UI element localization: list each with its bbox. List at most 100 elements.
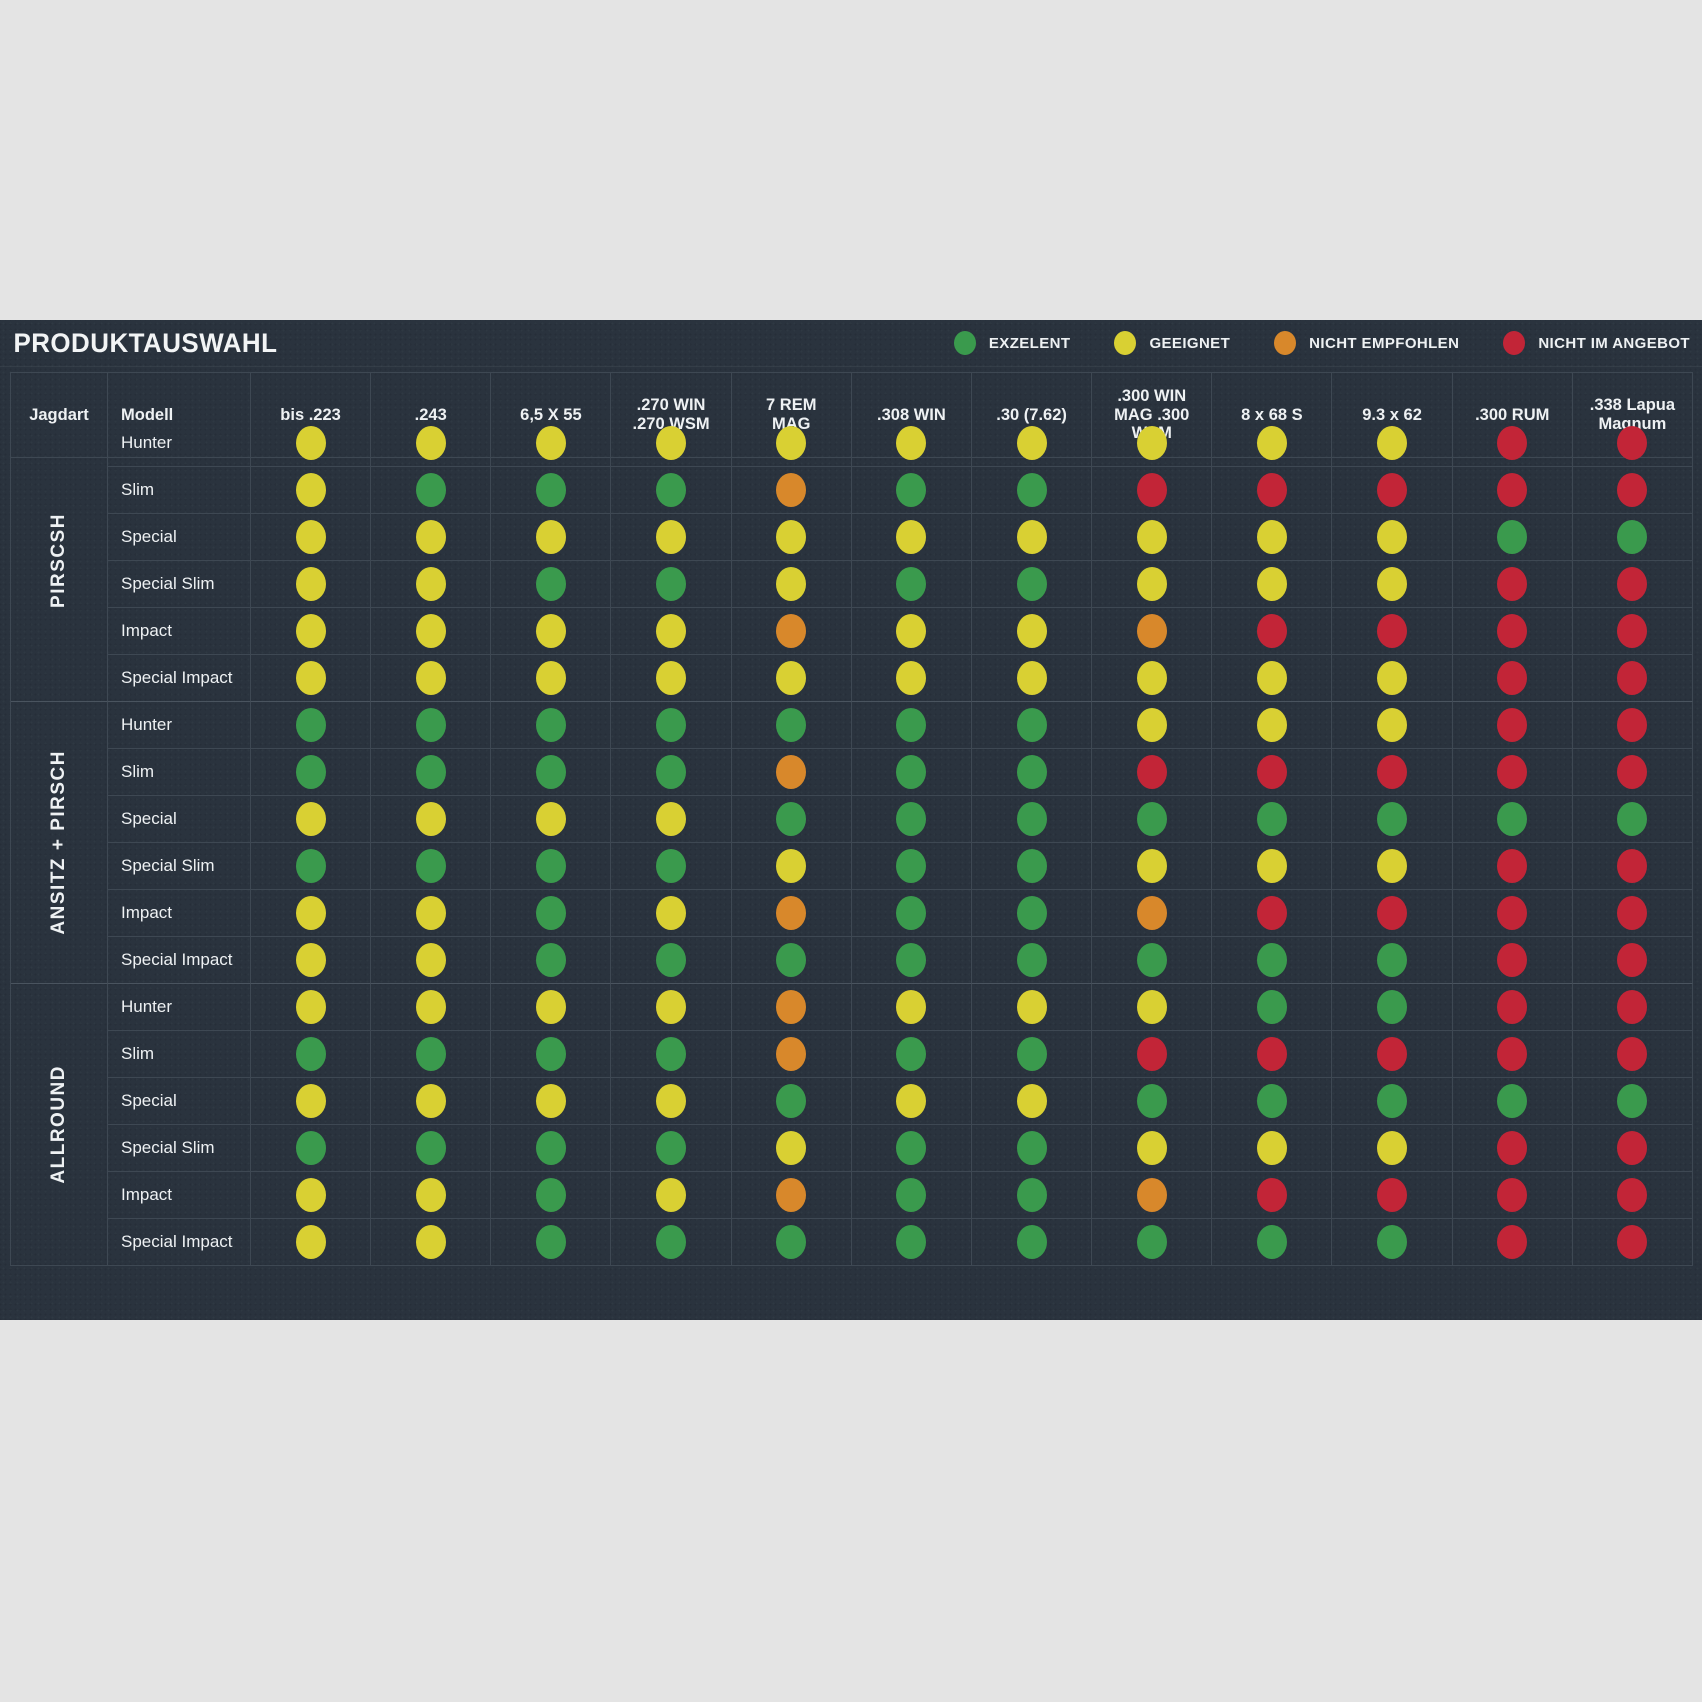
dot-cell xyxy=(251,608,371,655)
dot-cell xyxy=(1573,1078,1693,1125)
dot-cell xyxy=(852,1219,972,1266)
status-dot xyxy=(1497,1084,1527,1118)
status-dot xyxy=(1617,1037,1647,1071)
dot-cell xyxy=(251,1125,371,1172)
status-dot xyxy=(776,426,806,460)
status-dot xyxy=(416,708,446,742)
status-dot xyxy=(1617,614,1647,648)
status-dot xyxy=(656,1131,686,1165)
status-dot xyxy=(1017,520,1047,554)
status-dot xyxy=(296,1225,326,1259)
legend-label: GEEIGNET xyxy=(1149,335,1230,352)
dot-cell xyxy=(611,420,731,467)
dot-cell xyxy=(1453,796,1573,843)
status-dot xyxy=(1017,567,1047,601)
model-cell: Slim xyxy=(108,1031,251,1078)
group-label-cell: PIRSCSH xyxy=(11,420,108,702)
dot-cell xyxy=(1573,561,1693,608)
dot-cell xyxy=(732,655,852,702)
dot-cell xyxy=(1332,608,1452,655)
dot-cell xyxy=(491,655,611,702)
status-dot xyxy=(896,473,926,507)
status-dot xyxy=(1257,1084,1287,1118)
status-dot xyxy=(296,567,326,601)
status-dot xyxy=(1137,896,1167,930)
legend-dot-exzelent-icon xyxy=(954,331,976,355)
legend-item-nicht-im-angebot: NICHT IM ANGEBOT xyxy=(1503,331,1690,355)
dot-cell xyxy=(491,937,611,984)
dot-cell xyxy=(371,561,491,608)
dot-cell xyxy=(1453,1031,1573,1078)
status-dot xyxy=(656,755,686,789)
dot-cell xyxy=(611,608,731,655)
dot-cell xyxy=(1332,983,1452,1031)
dot-cell xyxy=(1332,890,1452,937)
dot-cell xyxy=(491,608,611,655)
dot-cell xyxy=(1092,1172,1212,1219)
status-dot xyxy=(1377,802,1407,836)
status-dot xyxy=(1257,849,1287,883)
status-dot xyxy=(296,1084,326,1118)
status-dot xyxy=(296,755,326,789)
dot-cell xyxy=(732,796,852,843)
dot-cell xyxy=(852,937,972,984)
dot-cell xyxy=(732,561,852,608)
status-dot xyxy=(1137,1178,1167,1212)
status-dot xyxy=(1497,802,1527,836)
dot-cell xyxy=(611,1219,731,1266)
dot-cell xyxy=(251,983,371,1031)
status-dot xyxy=(1257,896,1287,930)
dot-cell xyxy=(1212,1219,1332,1266)
status-dot xyxy=(1137,567,1167,601)
status-dot xyxy=(1497,755,1527,789)
model-cell: Special Impact xyxy=(108,1219,251,1266)
status-dot xyxy=(656,1225,686,1259)
status-dot xyxy=(896,1178,926,1212)
group-label: PIRSCSH xyxy=(48,513,70,608)
status-dot xyxy=(656,567,686,601)
group-label-cell: ANSITZ + PIRSCH xyxy=(11,701,108,984)
dot-cell xyxy=(732,937,852,984)
dot-cell xyxy=(1332,514,1452,561)
status-dot xyxy=(1617,802,1647,836)
status-dot xyxy=(1377,1178,1407,1212)
dot-cell xyxy=(852,701,972,749)
status-dot xyxy=(416,1037,446,1071)
dot-cell xyxy=(371,843,491,890)
dot-cell xyxy=(1332,749,1452,796)
legend-label: NICHT EMPFOHLEN xyxy=(1309,335,1459,352)
dot-cell xyxy=(1332,1031,1452,1078)
dot-cell xyxy=(852,1031,972,1078)
status-dot xyxy=(1017,943,1047,977)
status-dot xyxy=(416,990,446,1024)
dot-cell xyxy=(491,983,611,1031)
dot-cell xyxy=(1092,655,1212,702)
dot-cell xyxy=(1092,937,1212,984)
dot-cell xyxy=(611,514,731,561)
dot-cell xyxy=(1212,514,1332,561)
status-dot xyxy=(1017,1178,1047,1212)
status-dot xyxy=(1497,1178,1527,1212)
status-dot xyxy=(776,661,806,695)
dot-cell xyxy=(1212,749,1332,796)
legend-item-geeignet: GEEIGNET xyxy=(1114,331,1230,355)
dot-cell xyxy=(852,655,972,702)
model-cell: Special xyxy=(108,514,251,561)
status-dot xyxy=(776,755,806,789)
status-dot xyxy=(776,990,806,1024)
status-dot xyxy=(296,1131,326,1165)
status-dot xyxy=(536,614,566,648)
dot-cell xyxy=(1212,937,1332,984)
dot-cell xyxy=(611,796,731,843)
dot-cell xyxy=(1332,1125,1452,1172)
status-dot xyxy=(656,708,686,742)
status-dot xyxy=(656,614,686,648)
dot-cell xyxy=(1453,843,1573,890)
status-dot xyxy=(296,1178,326,1212)
dot-cell xyxy=(732,1031,852,1078)
dot-cell xyxy=(371,514,491,561)
status-dot xyxy=(896,896,926,930)
dot-cell xyxy=(972,467,1092,514)
dot-cell xyxy=(1212,1172,1332,1219)
status-dot xyxy=(1017,849,1047,883)
